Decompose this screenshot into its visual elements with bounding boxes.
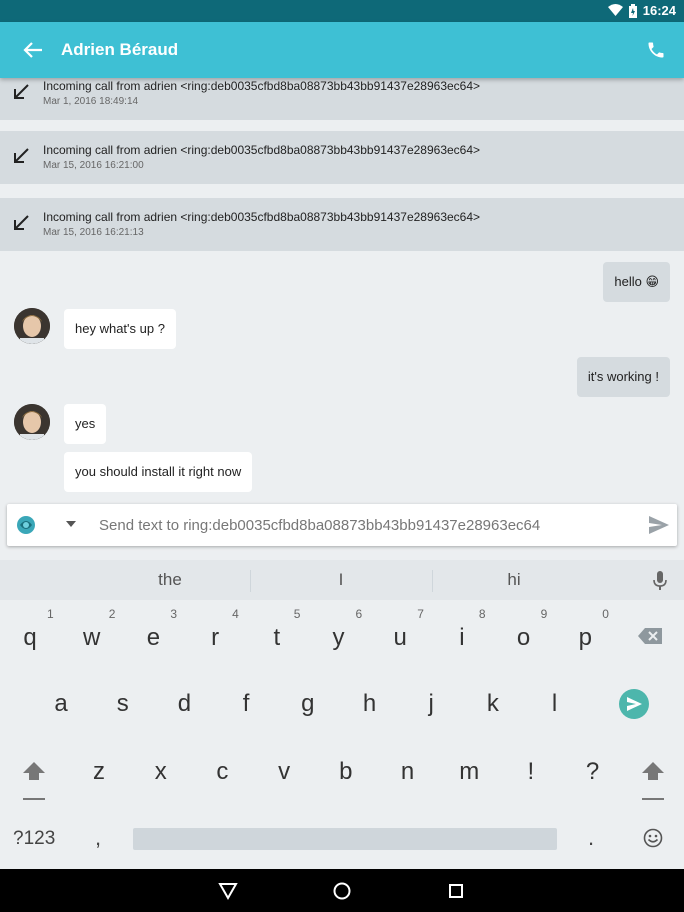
key-a[interactable]: a [41, 690, 81, 718]
microphone-icon[interactable] [653, 571, 667, 591]
key-i[interactable]: i [442, 624, 482, 652]
contact-name: Adrien Béraud [61, 40, 179, 59]
incoming-call-icon [14, 84, 29, 99]
conversation-list[interactable]: Incoming call from adrien <ring:deb0035c… [0, 78, 684, 498]
call-log-item[interactable]: Incoming call from adrien <ring:deb0035c… [0, 198, 684, 251]
home-nav-icon[interactable] [332, 881, 352, 901]
call-log-item[interactable]: Incoming call from adrien <ring:deb0035c… [0, 131, 684, 184]
phone-call-icon[interactable] [646, 40, 666, 60]
call-log-date: Mar 15, 2016 16:21:00 [43, 160, 144, 171]
message-input[interactable] [99, 512, 629, 538]
key-m[interactable]: m [449, 758, 489, 786]
divider [432, 570, 433, 592]
clock: 16:24 [642, 3, 676, 18]
key-n[interactable]: n [388, 758, 428, 786]
suggestion-strip: the I hi [0, 560, 684, 600]
symbols-key[interactable]: ?123 [13, 828, 55, 850]
key-y[interactable]: y [319, 624, 359, 652]
key-question[interactable]: ? [573, 758, 613, 786]
back-nav-icon[interactable] [218, 881, 238, 901]
key-hint: 7 [417, 607, 424, 621]
key-c[interactable]: c [202, 758, 242, 786]
key-hint: 9 [540, 607, 548, 621]
key-e[interactable]: e [133, 624, 173, 652]
key-g[interactable]: g [288, 690, 328, 718]
send-icon[interactable] [649, 516, 669, 534]
message-composer [7, 504, 677, 546]
key-exclamation[interactable]: ! [511, 758, 551, 786]
contact-avatar [14, 404, 50, 440]
call-log-date: Mar 15, 2016 16:21:13 [43, 227, 144, 238]
period-key[interactable]: . [588, 825, 594, 851]
key-s[interactable]: s [103, 690, 143, 718]
key-hint: 4 [232, 607, 239, 621]
recents-nav-icon[interactable] [446, 881, 466, 901]
incoming-message[interactable]: hey what's up ? [64, 309, 176, 349]
key-o[interactable]: o [504, 624, 544, 652]
suggestion-2[interactable]: I [281, 570, 401, 590]
key-l[interactable]: l [535, 690, 575, 718]
key-hint: 8 [478, 607, 486, 621]
incoming-message[interactable]: you should install it right now [64, 452, 253, 492]
suggestion-3[interactable]: hi [454, 570, 574, 590]
backspace-icon[interactable] [638, 628, 662, 644]
key-d[interactable]: d [164, 690, 204, 718]
key-hint: 3 [170, 607, 178, 621]
space-bar[interactable] [133, 828, 557, 850]
key-v[interactable]: v [264, 758, 304, 786]
key-hint: 5 [293, 607, 301, 621]
call-log-item[interactable]: Incoming call from adrien <ring:deb0035c… [0, 78, 684, 120]
battery-icon [628, 3, 637, 18]
call-log-date: Mar 1, 2016 18:49:14 [43, 96, 139, 107]
navigation-bar [0, 869, 684, 912]
status-bar: 16:24 [0, 0, 684, 22]
key-j[interactable]: j [411, 690, 451, 718]
ring-account-icon[interactable] [16, 515, 36, 535]
shift-icon[interactable] [23, 762, 45, 802]
soft-keyboard: the I hi ?123 , . q 1 w 2 e 3 r 4 t 5 y 6 u 7 i 8 o 9 p 0 as… [0, 560, 684, 869]
key-q[interactable]: q [10, 624, 50, 652]
incoming-message[interactable]: yes [64, 404, 107, 444]
incoming-call-icon [14, 215, 29, 230]
call-log-text: Incoming call from adrien <ring:deb0035c… [43, 79, 481, 93]
key-hint: 1 [47, 607, 54, 621]
comma-key[interactable]: , [95, 825, 101, 851]
emoji-icon[interactable] [643, 828, 663, 848]
shift-icon[interactable] [642, 762, 664, 802]
key-hint: 0 [602, 607, 609, 621]
key-h[interactable]: h [350, 690, 390, 718]
key-hint: 2 [108, 607, 116, 621]
key-z[interactable]: z [79, 758, 119, 786]
back-arrow-icon[interactable] [22, 40, 44, 60]
key-x[interactable]: x [141, 758, 181, 786]
key-f[interactable]: f [226, 690, 266, 718]
app-bar: Adrien Béraud [0, 22, 684, 78]
outgoing-message[interactable]: it's working ! [576, 357, 670, 397]
suggestion-1[interactable]: the [110, 570, 230, 590]
outgoing-message[interactable]: hello 😁 [603, 262, 670, 302]
key-w[interactable]: w [72, 624, 112, 652]
key-t[interactable]: t [257, 624, 297, 652]
chevron-down-icon[interactable] [66, 520, 76, 528]
key-r[interactable]: r [195, 624, 235, 652]
key-p[interactable]: p [565, 624, 605, 652]
divider [250, 570, 251, 592]
key-hint: 6 [355, 607, 363, 621]
wifi-icon [607, 4, 623, 16]
call-log-text: Incoming call from adrien <ring:deb0035c… [43, 143, 481, 157]
key-u[interactable]: u [380, 624, 420, 652]
incoming-call-icon [14, 148, 29, 163]
call-log-text: Incoming call from adrien <ring:deb0035c… [43, 210, 481, 224]
contact-avatar [14, 308, 50, 344]
key-b[interactable]: b [326, 758, 366, 786]
key-k[interactable]: k [473, 690, 513, 718]
enter-send-icon[interactable] [619, 689, 649, 719]
